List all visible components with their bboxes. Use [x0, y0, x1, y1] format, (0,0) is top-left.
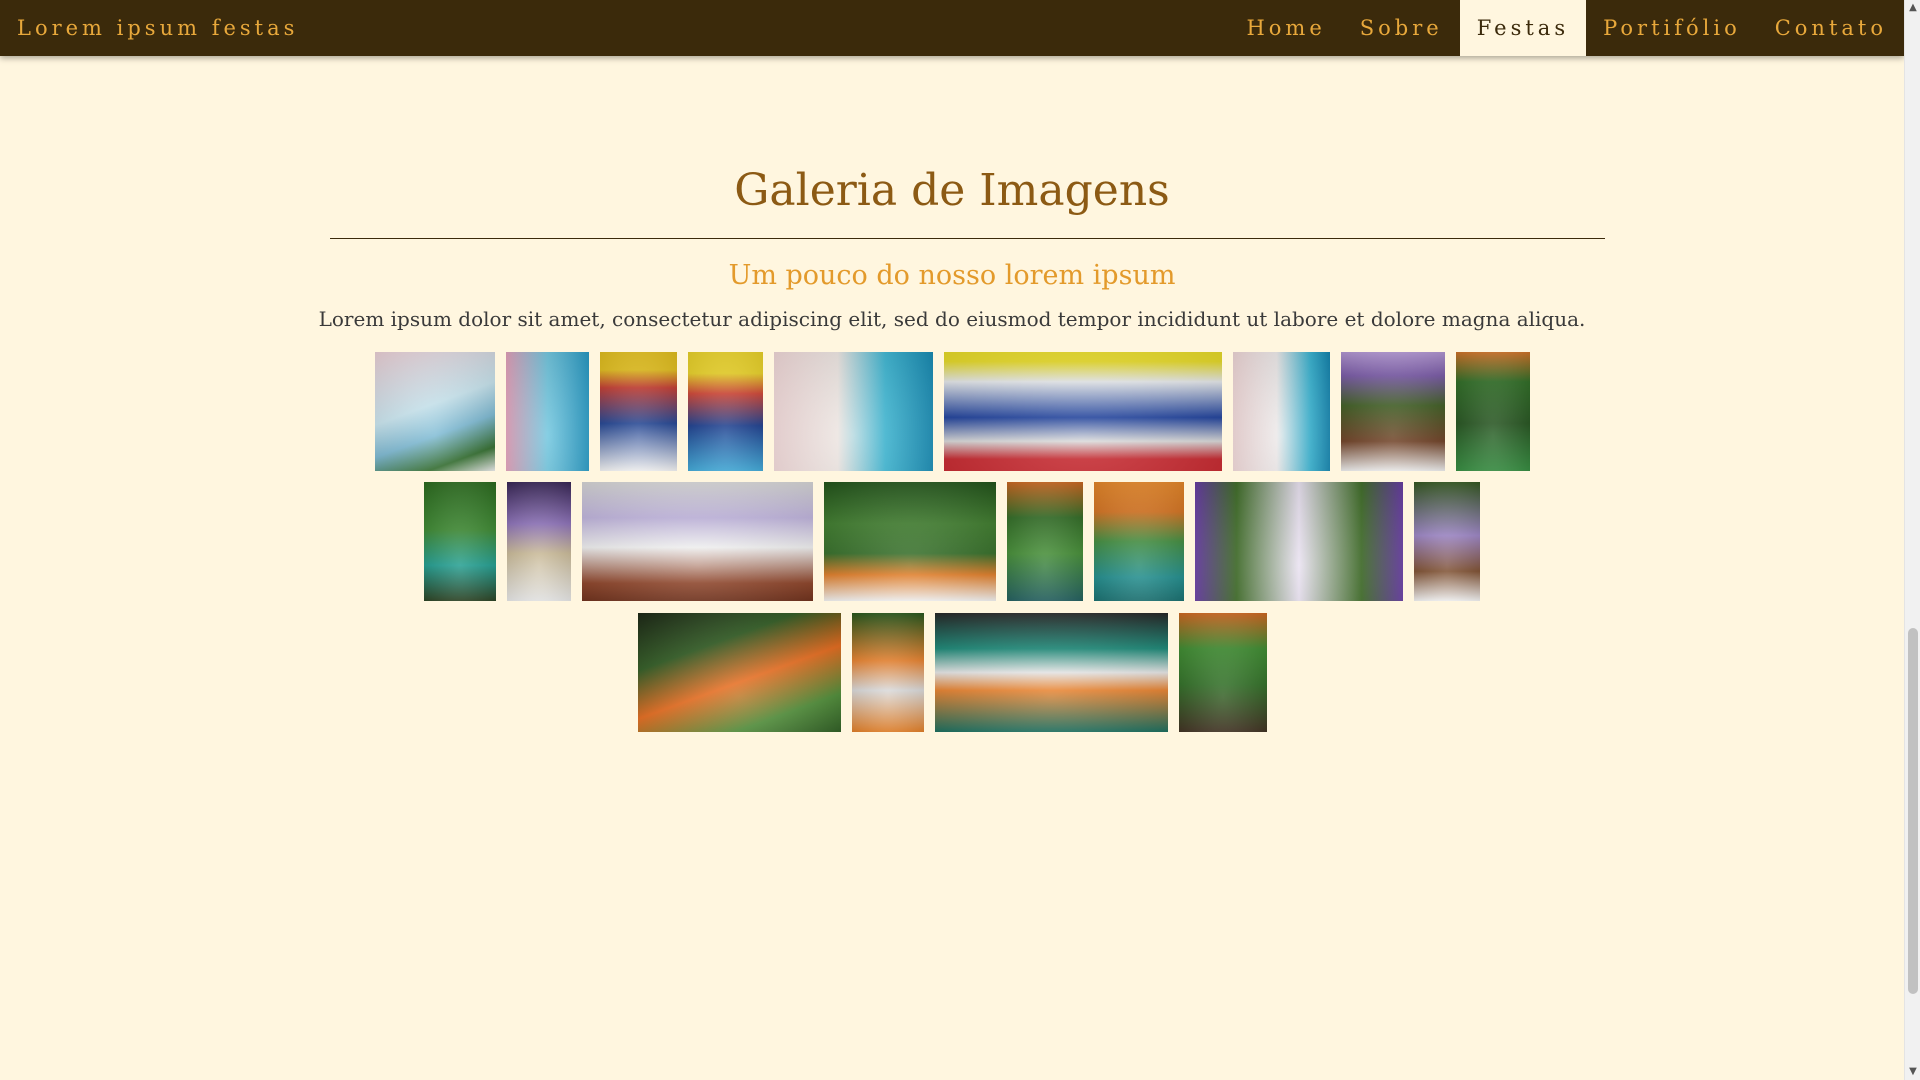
gallery-row	[0, 482, 1904, 601]
photo-pinwheel-centerpiece[interactable]	[1094, 482, 1184, 601]
section-divider	[330, 238, 1605, 239]
scroll-down-arrow-icon[interactable]: ▼	[1905, 1064, 1920, 1080]
nav-item-portifolio[interactable]: Portifólio	[1586, 0, 1758, 56]
nav-item-home[interactable]: Home	[1229, 0, 1342, 56]
photo-green-tables-pinwheels[interactable]	[934, 613, 1168, 732]
nav-item-contato[interactable]: Contato	[1758, 0, 1904, 56]
photo-orange-dinosaur-sweets[interactable]	[637, 613, 841, 732]
photo-circus-theme-party-1[interactable]	[599, 352, 677, 471]
photo-circus-theme-party-2[interactable]	[687, 352, 763, 471]
photo-princess-garden-backdrop[interactable]	[1195, 482, 1403, 601]
gallery-title: Galeria de Imagens	[734, 165, 1170, 216]
gallery-row	[0, 613, 1904, 732]
photo-pink-blue-curtain-party[interactable]	[505, 352, 589, 471]
top-navbar: Lorem ipsum festas Home Sobre Festas Por…	[0, 0, 1904, 56]
photo-princess-cake-table[interactable]	[1414, 482, 1480, 601]
photo-antonio-jungle-party-2[interactable]	[424, 482, 496, 601]
page: Lorem ipsum festas Home Sobre Festas Por…	[0, 0, 1920, 1080]
photo-antonio-jungle-party-4[interactable]	[1178, 613, 1267, 732]
photo-purple-balloon-garden-party[interactable]	[1340, 352, 1445, 471]
scroll-up-arrow-icon[interactable]: ▲	[1905, 0, 1920, 16]
nav-item-festas[interactable]: Festas	[1459, 0, 1587, 56]
photo-dinosaur-cake-table[interactable]	[824, 482, 996, 601]
gallery-subtitle: Um pouco do nosso lorem ipsum	[728, 260, 1176, 291]
nav-item-sobre[interactable]: Sobre	[1343, 0, 1460, 56]
photo-purple-lantern-decor[interactable]	[507, 482, 571, 601]
photo-antonio-jungle-party-1[interactable]	[1455, 352, 1530, 471]
gallery-row	[0, 352, 1904, 471]
nav-menu: Home Sobre Festas Portifólio Contato	[1229, 0, 1904, 56]
scrollbar-thumb[interactable]	[1908, 628, 1918, 994]
page-scrollbar[interactable]: ▲ ▼	[1904, 0, 1920, 1080]
photo-party-hall-red-blue-tables[interactable]	[943, 352, 1222, 471]
photo-royal-crest-backdrop[interactable]	[1232, 352, 1330, 471]
photo-antonio-jungle-party-3[interactable]	[1007, 482, 1083, 601]
photo-royal-bears-backdrop[interactable]	[773, 352, 933, 471]
photo-pinwheel-glass-jar[interactable]	[851, 613, 924, 732]
brand-link[interactable]: Lorem ipsum festas	[0, 16, 298, 40]
gallery-lead-text: Lorem ipsum dolor sit amet, consectetur …	[318, 307, 1586, 331]
photo-teddy-bear-party-table[interactable]	[374, 352, 495, 471]
photo-party-hall-lilac-tables[interactable]	[582, 482, 813, 601]
